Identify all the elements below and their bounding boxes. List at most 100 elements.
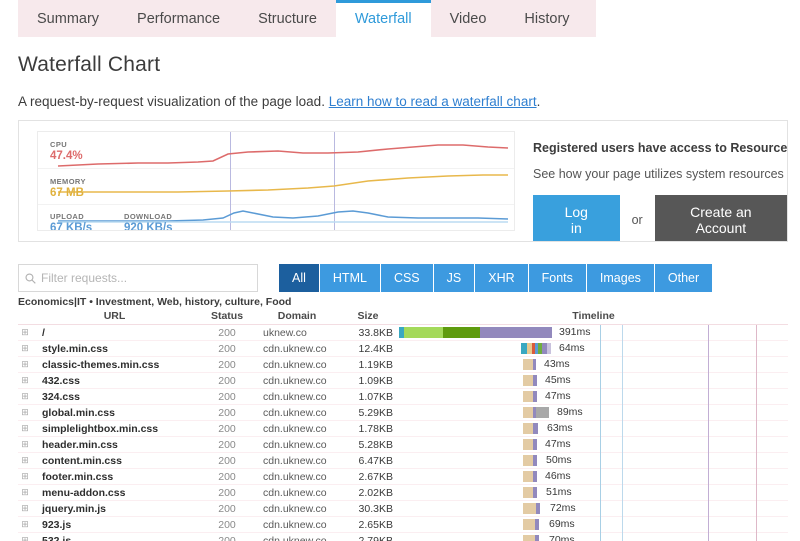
row-size: 33.8KB (358, 326, 393, 339)
row-url: 324.css (42, 390, 80, 403)
page-subtitle: A request-by-request visualization of th… (18, 94, 800, 109)
waterfall-bar[interactable] (523, 422, 538, 434)
row-domain: cdn.uknew.co (263, 454, 327, 467)
table-row[interactable]: ⊞ menu-addon.css 200 cdn.uknew.co 2.02KB 51ms (18, 485, 788, 501)
tab-waterfall[interactable]: Waterfall (335, 0, 431, 37)
row-status: 200 (218, 374, 236, 387)
filter-button-images[interactable]: Images (586, 264, 655, 292)
waterfall-bar[interactable] (523, 454, 537, 466)
table-row[interactable]: ⊞ 923.js 200 cdn.uknew.co 2.65KB 69ms (18, 517, 788, 533)
expand-icon[interactable]: ⊞ (18, 456, 32, 465)
expand-icon[interactable]: ⊞ (18, 328, 32, 337)
waterfall-bar[interactable] (521, 342, 551, 354)
breadcrumb: Economics|IT • Investment, Web, history,… (18, 296, 292, 308)
row-size: 2.65KB (358, 518, 393, 531)
expand-icon[interactable]: ⊞ (18, 392, 32, 401)
expand-icon[interactable]: ⊞ (18, 424, 32, 433)
table-row[interactable]: ⊞ 324.css 200 cdn.uknew.co 1.07KB 47ms (18, 389, 788, 405)
row-url: / (42, 326, 45, 339)
row-duration: 70ms (549, 533, 575, 541)
row-timeline: 72ms (399, 501, 788, 517)
waterfall-bar[interactable] (523, 358, 536, 370)
expand-icon[interactable]: ⊞ (18, 520, 32, 529)
filter-button-js[interactable]: JS (433, 264, 476, 292)
expand-icon[interactable]: ⊞ (18, 488, 32, 497)
row-status: 200 (218, 342, 236, 355)
page-title: Waterfall Chart (18, 53, 161, 76)
expand-icon[interactable]: ⊞ (18, 536, 32, 541)
row-url: 432.css (42, 374, 80, 387)
row-status: 200 (218, 422, 236, 435)
row-size: 2.02KB (358, 486, 393, 499)
tab-history[interactable]: History (505, 0, 588, 37)
waterfall-bar[interactable] (523, 406, 549, 418)
request-type-filters: All HTML CSS JS XHR Fonts Images Other (279, 264, 713, 292)
tab-video[interactable]: Video (431, 0, 506, 37)
filter-button-xhr[interactable]: XHR (475, 264, 529, 292)
table-row[interactable]: ⊞ 432.css 200 cdn.uknew.co 1.09KB 45ms (18, 373, 788, 389)
filter-button-fonts[interactable]: Fonts (528, 264, 587, 292)
create-account-button[interactable]: Create an Account (654, 195, 787, 241)
filter-bar: AllHTMLCSSJSXHRFontsImagesOther (18, 264, 788, 292)
header-url[interactable]: URL (32, 310, 197, 324)
table-row[interactable]: ⊞ simplelightbox.min.css 200 cdn.uknew.co 1.… (18, 421, 788, 437)
filter-button-other[interactable]: Other (654, 264, 713, 292)
filter-button-html[interactable]: HTML (319, 264, 381, 292)
waterfall-table: URL Status Domain Size Timeline ⊞ / 200 ukn… (18, 310, 788, 541)
waterfall-bar[interactable] (523, 438, 537, 450)
row-duration: 46ms (545, 469, 571, 482)
expand-icon[interactable]: ⊞ (18, 440, 32, 449)
expand-icon[interactable]: ⊞ (18, 376, 32, 385)
row-status: 200 (218, 390, 236, 403)
waterfall-bar-segment (523, 470, 533, 482)
waterfall-bar[interactable] (523, 502, 540, 514)
header-domain[interactable]: Domain (257, 310, 337, 324)
table-row[interactable]: ⊞ content.min.css 200 cdn.uknew.co 6.47KB 50m… (18, 453, 788, 469)
row-timeline: 47ms (399, 389, 788, 405)
header-status[interactable]: Status (197, 310, 257, 324)
header-size[interactable]: Size (337, 310, 399, 324)
table-row[interactable]: ⊞ global.min.css 200 cdn.uknew.co 5.29KB 89ms (18, 405, 788, 421)
waterfall-bar-segment (443, 326, 480, 338)
expand-icon[interactable]: ⊞ (18, 504, 32, 513)
waterfall-help-link[interactable]: Learn how to read a waterfall chart (329, 94, 537, 109)
filter-button-css[interactable]: CSS (380, 264, 434, 292)
waterfall-bar-segment (533, 422, 538, 434)
tab-structure[interactable]: Structure (239, 0, 336, 37)
table-row[interactable]: ⊞ classic-themes.min.css 200 cdn.uknew.co 1.… (18, 357, 788, 373)
or-separator: or (631, 213, 643, 227)
waterfall-bar[interactable] (523, 534, 539, 541)
waterfall-bar-segment (523, 454, 533, 466)
table-row[interactable]: ⊞ / 200 uknew.co 33.8KB 391ms (18, 325, 788, 341)
expand-icon[interactable]: ⊞ (18, 344, 32, 353)
waterfall-bar[interactable] (399, 326, 552, 338)
waterfall-bar[interactable] (523, 486, 537, 498)
row-url: menu-addon.css (42, 486, 126, 499)
table-row[interactable]: ⊞ header.min.css 200 cdn.uknew.co 5.28KB 47ms (18, 437, 788, 453)
expand-icon[interactable]: ⊞ (18, 408, 32, 417)
row-size: 2.67KB (358, 470, 393, 483)
row-status: 200 (218, 534, 236, 541)
log-in-button[interactable]: Log in (533, 195, 620, 241)
metric-cpu-value: 47.4% (50, 150, 83, 163)
table-row[interactable]: ⊞ jquery.min.js 200 cdn.uknew.co 30.3KB 72ms (18, 501, 788, 517)
tab-summary[interactable]: Summary (18, 0, 118, 37)
expand-icon[interactable]: ⊞ (18, 472, 32, 481)
search-icon (19, 272, 41, 284)
table-row[interactable]: ⊞ 532.js 200 cdn.uknew.co 2.79KB 70ms (18, 533, 788, 541)
waterfall-bar[interactable] (523, 518, 539, 530)
row-size: 5.28KB (358, 438, 393, 451)
row-domain: cdn.uknew.co (263, 534, 327, 541)
row-timeline: 89ms (399, 405, 788, 421)
waterfall-bar[interactable] (523, 390, 537, 402)
filter-button-all[interactable]: All (279, 264, 320, 292)
row-duration: 43ms (544, 357, 570, 370)
row-size: 2.79KB (358, 534, 393, 541)
table-row[interactable]: ⊞ footer.min.css 200 cdn.uknew.co 2.67KB 46ms (18, 469, 788, 485)
table-row[interactable]: ⊞ style.min.css 200 cdn.uknew.co 12.4KB 64ms (18, 341, 788, 357)
waterfall-bar[interactable] (523, 374, 537, 386)
expand-icon[interactable]: ⊞ (18, 360, 32, 369)
tab-performance[interactable]: Performance (118, 0, 239, 37)
waterfall-bar[interactable] (523, 470, 537, 482)
filter-requests-input[interactable] (41, 271, 257, 285)
